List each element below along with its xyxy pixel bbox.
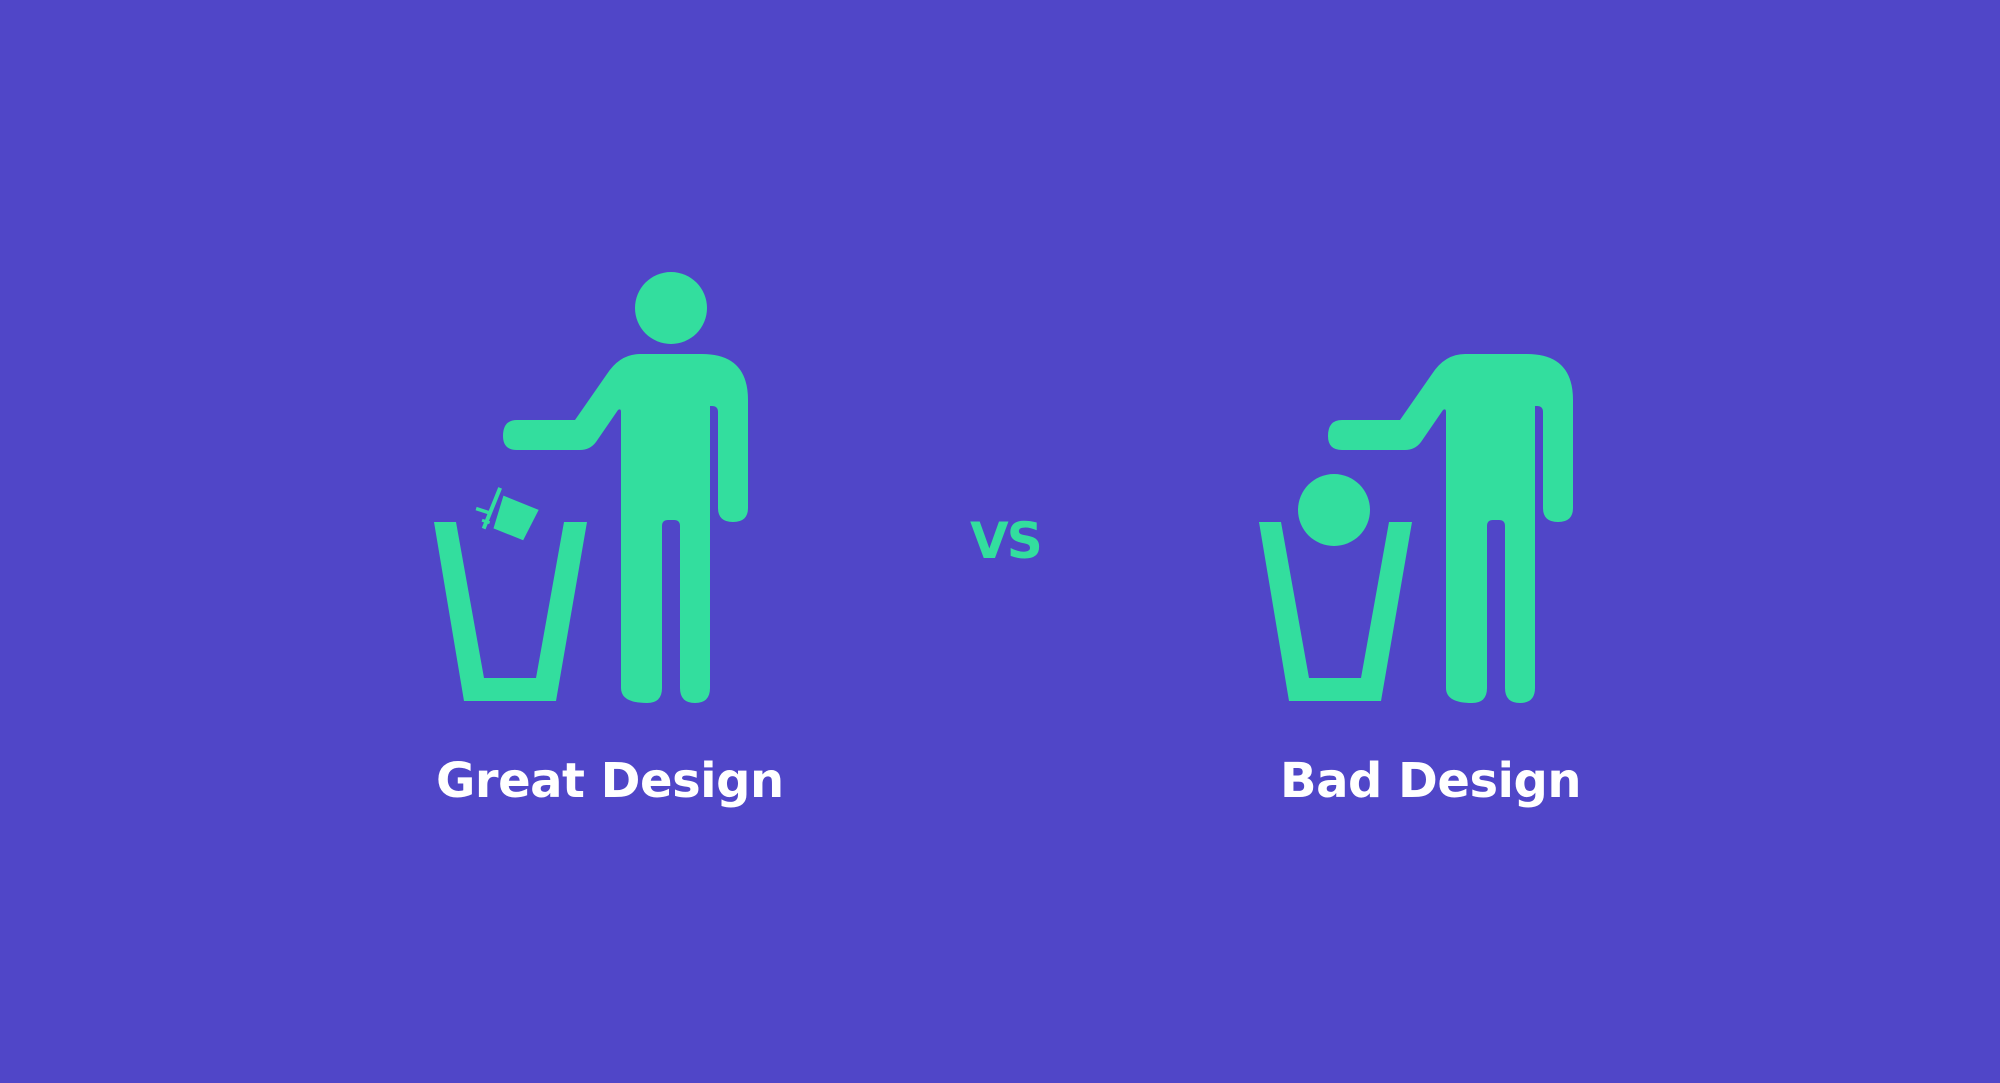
person-head-icon — [635, 272, 707, 344]
great-design-label: Great Design — [436, 753, 784, 809]
falling-head-icon — [1298, 474, 1370, 546]
comparison-canvas: Great Design VS Bad Design — [0, 0, 2000, 1083]
vs-label: VS — [970, 512, 1043, 570]
bad-design-label: Bad Design — [1280, 753, 1582, 809]
